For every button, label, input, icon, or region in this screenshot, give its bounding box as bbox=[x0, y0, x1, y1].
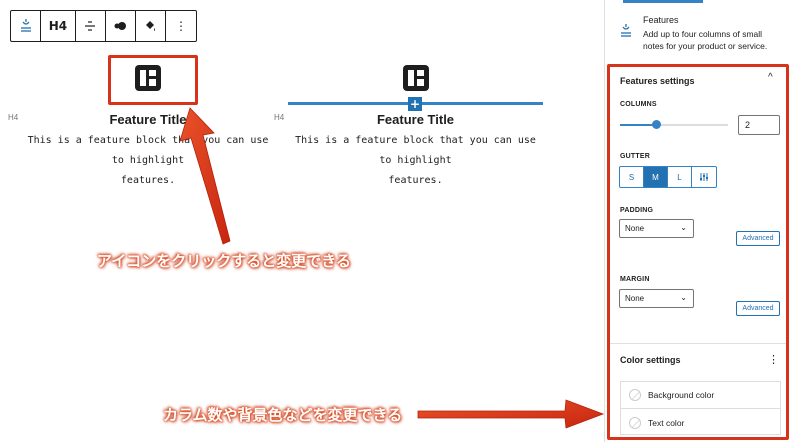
settings-annotation-text: カラム数や背景色などを変更できる bbox=[163, 406, 403, 424]
features-block-icon bbox=[20, 19, 31, 32]
feature-text-line[interactable]: This is a feature block that you can use… bbox=[20, 131, 276, 171]
feature-text-line[interactable]: features. bbox=[20, 171, 276, 191]
settings-highlight-box bbox=[607, 64, 789, 440]
icon-highlight-box bbox=[108, 55, 198, 105]
feature-text-line[interactable]: features. bbox=[288, 171, 543, 191]
heading-tag-label: H4 bbox=[8, 113, 19, 122]
heading-level-button[interactable]: H4 bbox=[41, 11, 76, 41]
block-type-button[interactable] bbox=[11, 11, 42, 41]
active-tab-indicator bbox=[623, 0, 703, 3]
feature-text-line[interactable]: This is a feature block that you can use… bbox=[288, 131, 543, 171]
feature-layout-icon[interactable] bbox=[402, 64, 430, 92]
icon-annotation-text: アイコンをクリックすると変更できる bbox=[97, 252, 351, 270]
more-options-icon: ⋮ bbox=[175, 19, 187, 33]
align-icon bbox=[85, 21, 96, 31]
feature-title[interactable]: Feature Title bbox=[20, 112, 276, 127]
block-inserter-button[interactable]: + bbox=[408, 97, 422, 111]
feature-column[interactable]: Feature Title This is a feature block th… bbox=[288, 56, 543, 191]
block-card-title: Features bbox=[643, 15, 679, 25]
align-button[interactable] bbox=[76, 11, 106, 41]
feature-title[interactable]: Feature Title bbox=[288, 112, 543, 127]
block-toolbar: H4 ⋮ bbox=[10, 10, 197, 42]
block-card-description: Add up to four columns of small notes fo… bbox=[643, 29, 768, 51]
fill-icon bbox=[146, 21, 156, 31]
heading-level-label: H4 bbox=[48, 19, 68, 33]
features-block-icon bbox=[621, 24, 631, 37]
block-style-icon bbox=[114, 22, 127, 30]
block-style-button[interactable] bbox=[106, 11, 136, 41]
more-options-button[interactable]: ⋮ bbox=[166, 11, 196, 41]
fill-color-button[interactable] bbox=[136, 11, 166, 41]
arrow-to-settings bbox=[417, 399, 605, 429]
